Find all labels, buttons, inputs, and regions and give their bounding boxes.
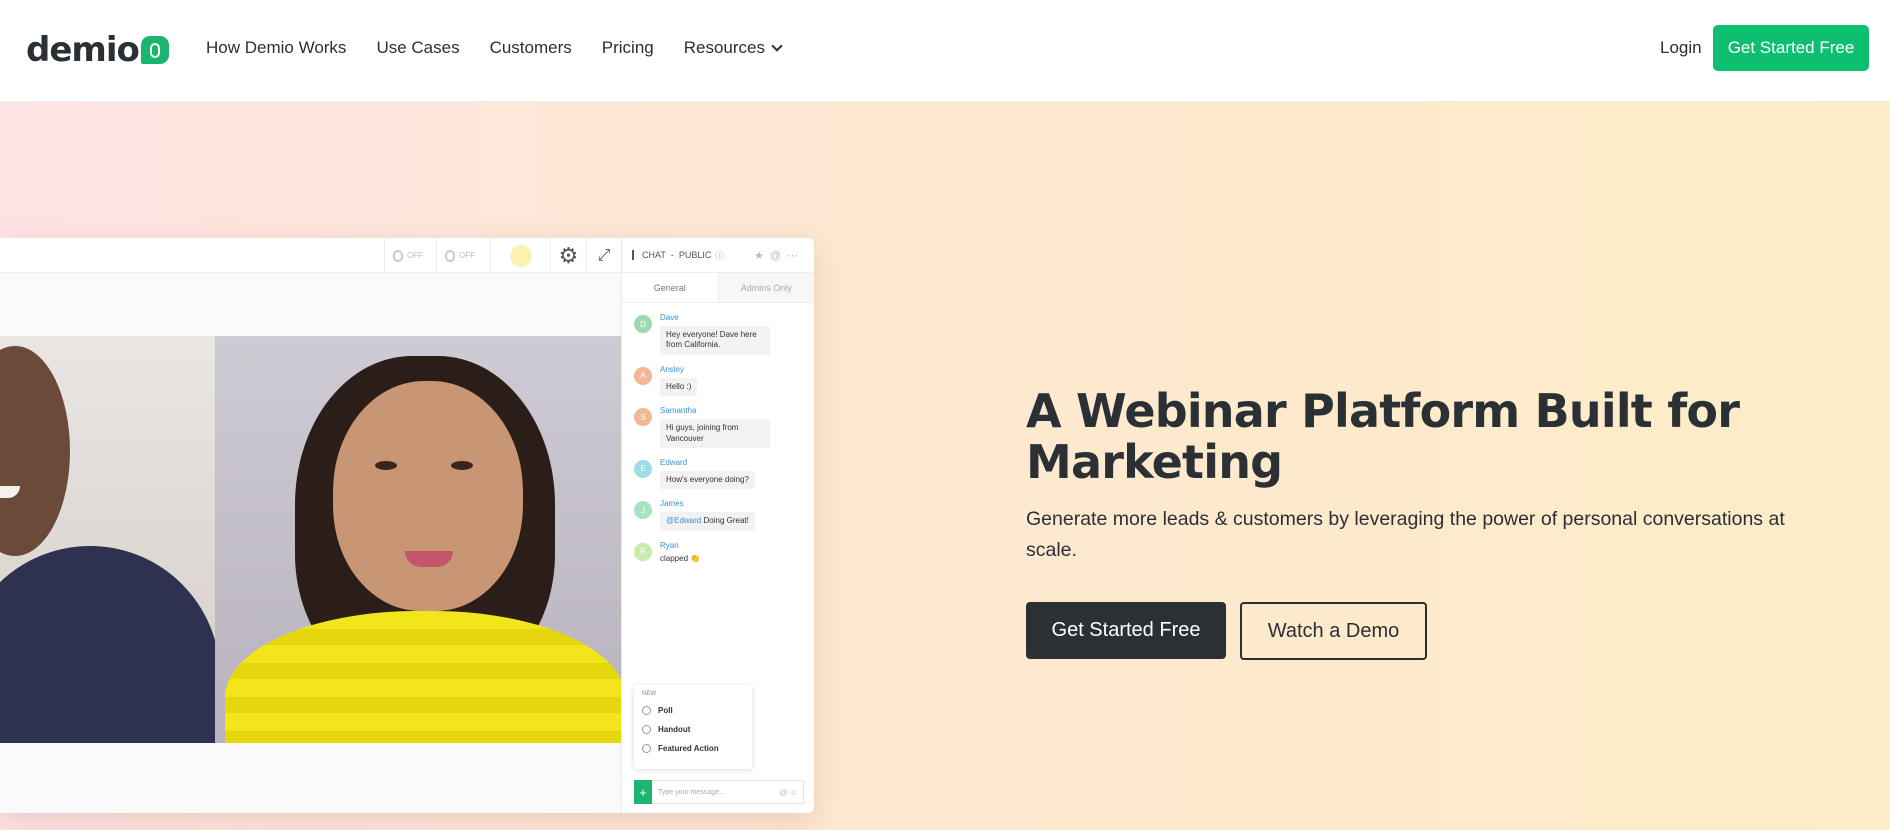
settings-button[interactable]: ⚙ [550,238,586,273]
tab-admins-only[interactable]: Admins Only [717,273,814,302]
expand-icon: ⤢ [597,246,611,264]
message-author: Edward [660,457,688,467]
hero-subtitle: Generate more leads & customers by lever… [1026,508,1785,562]
nav-get-started-button[interactable]: Get Started Free [1713,25,1869,71]
help-icon[interactable]: ⓘ [715,249,724,262]
menu-item-handout[interactable]: Handout [642,720,744,739]
nav-customers[interactable]: Customers [490,38,572,58]
nav-use-cases[interactable]: Use Cases [376,38,459,58]
participant-video-2 [215,336,621,743]
message-text: Hi guys, joining from Vancouver [660,419,770,448]
avatar: D [634,315,652,333]
collapse-icon[interactable] [632,250,634,260]
cam-status: OFF [459,251,475,260]
message-text: How's everyone doing? [660,470,755,490]
mention[interactable]: @Edward [666,516,701,525]
menu-item-featured-action[interactable]: Featured Action [642,739,744,758]
message-text: @Edward Doing Great! [660,512,755,531]
logo-wordmark: demio [26,30,140,70]
gear-icon: ⚙ [558,242,579,268]
handout-icon [642,725,651,734]
poll-icon [642,706,651,715]
chat-title: CHAT [642,250,666,260]
avatar: S [634,408,652,427]
chat-message: R Ryan clapped 👏 [622,541,814,571]
plus-icon[interactable]: + [634,780,652,804]
nav-how-demio-works[interactable]: How Demio Works [206,38,346,58]
chat-message-input[interactable]: + Type your message... @ ☺ [634,780,804,804]
avatar: A [634,366,652,385]
chat-message: S Samantha Hi guys, joining from Vancouv… [622,406,814,448]
top-nav: demio How Demio Works Use Cases Customer… [0,0,1890,102]
message-text: clapped 👏 [660,553,701,563]
chat-message: A Ansley Hello :) [622,364,814,397]
chat-scope: PUBLIC [678,250,712,260]
participant-video-1 [0,336,215,743]
mic-status: OFF [407,251,423,260]
camera-icon [445,249,455,262]
avatar: J [634,501,652,520]
login-link[interactable]: Login [1660,38,1702,58]
demio-logo[interactable]: demio [26,30,169,70]
logo-mark-icon [140,36,169,64]
webinar-app-preview: OFF OFF ⚙ ⤢ CHAT - PUBLIC ⓘ ★@⋯ General … [0,238,814,813]
get-started-button[interactable]: Get Started Free [1026,602,1226,659]
nav-resources[interactable]: Resources [683,38,783,58]
chat-message: D Dave Hey everyone! Dave here from Cali… [622,313,814,355]
tab-general[interactable]: General [622,273,718,302]
video-stage: OFF OFF ⚙ ⤢ [0,238,621,813]
message-author: Samantha [660,406,697,416]
presenter-avatar-icon [509,244,532,267]
chevron-down-icon [771,40,783,52]
chat-input-placeholder: Type your message... [658,788,725,796]
presenter-indicator [490,238,550,273]
avatar: E [634,459,652,478]
watch-demo-button[interactable]: Watch a Demo [1240,602,1427,660]
hero-title: A Webinar Platform Built for Marketing [1026,384,1740,489]
chat-header: CHAT - PUBLIC ⓘ ★@⋯ [622,238,814,273]
message-author: Ansley [660,364,685,374]
new-content-menu: NEW Poll Handout Featured Action [634,685,752,769]
nav-links: How Demio Works Use Cases Customers Pric… [206,38,811,58]
chat-message: J James @Edward Doing Great! [622,499,814,531]
message-text: Hello :) [660,377,698,397]
fullscreen-button[interactable]: ⤢ [586,238,621,273]
camera-toggle[interactable]: OFF [436,238,483,273]
chat-tabs: General Admins Only [622,273,814,303]
chat-message: E Edward How's everyone doing? [622,457,814,490]
chat-panel: CHAT - PUBLIC ⓘ ★@⋯ General Admins Only … [621,238,814,813]
avatar: R [634,542,652,561]
message-text: Hey everyone! Dave here from California. [660,326,770,355]
hero-section: OFF OFF ⚙ ⤢ CHAT - PUBLIC ⓘ ★@⋯ General … [0,102,1890,830]
message-author: Ryan [660,540,679,550]
nav-resources-label: Resources [683,38,765,57]
new-menu-label: NEW [642,691,656,697]
message-author: James [660,499,684,509]
microphone-icon [393,249,403,262]
emoji-icon[interactable]: @ ☺ [779,788,798,797]
message-author: Dave [660,313,679,322]
mic-toggle[interactable]: OFF [384,238,431,273]
menu-item-poll[interactable]: Poll [642,701,744,720]
nav-pricing[interactable]: Pricing [602,38,654,58]
chat-actions[interactable]: ★@⋯ [754,249,804,262]
stage-toolbar: OFF OFF ⚙ ⤢ [0,238,621,273]
featured-action-icon [642,744,651,753]
